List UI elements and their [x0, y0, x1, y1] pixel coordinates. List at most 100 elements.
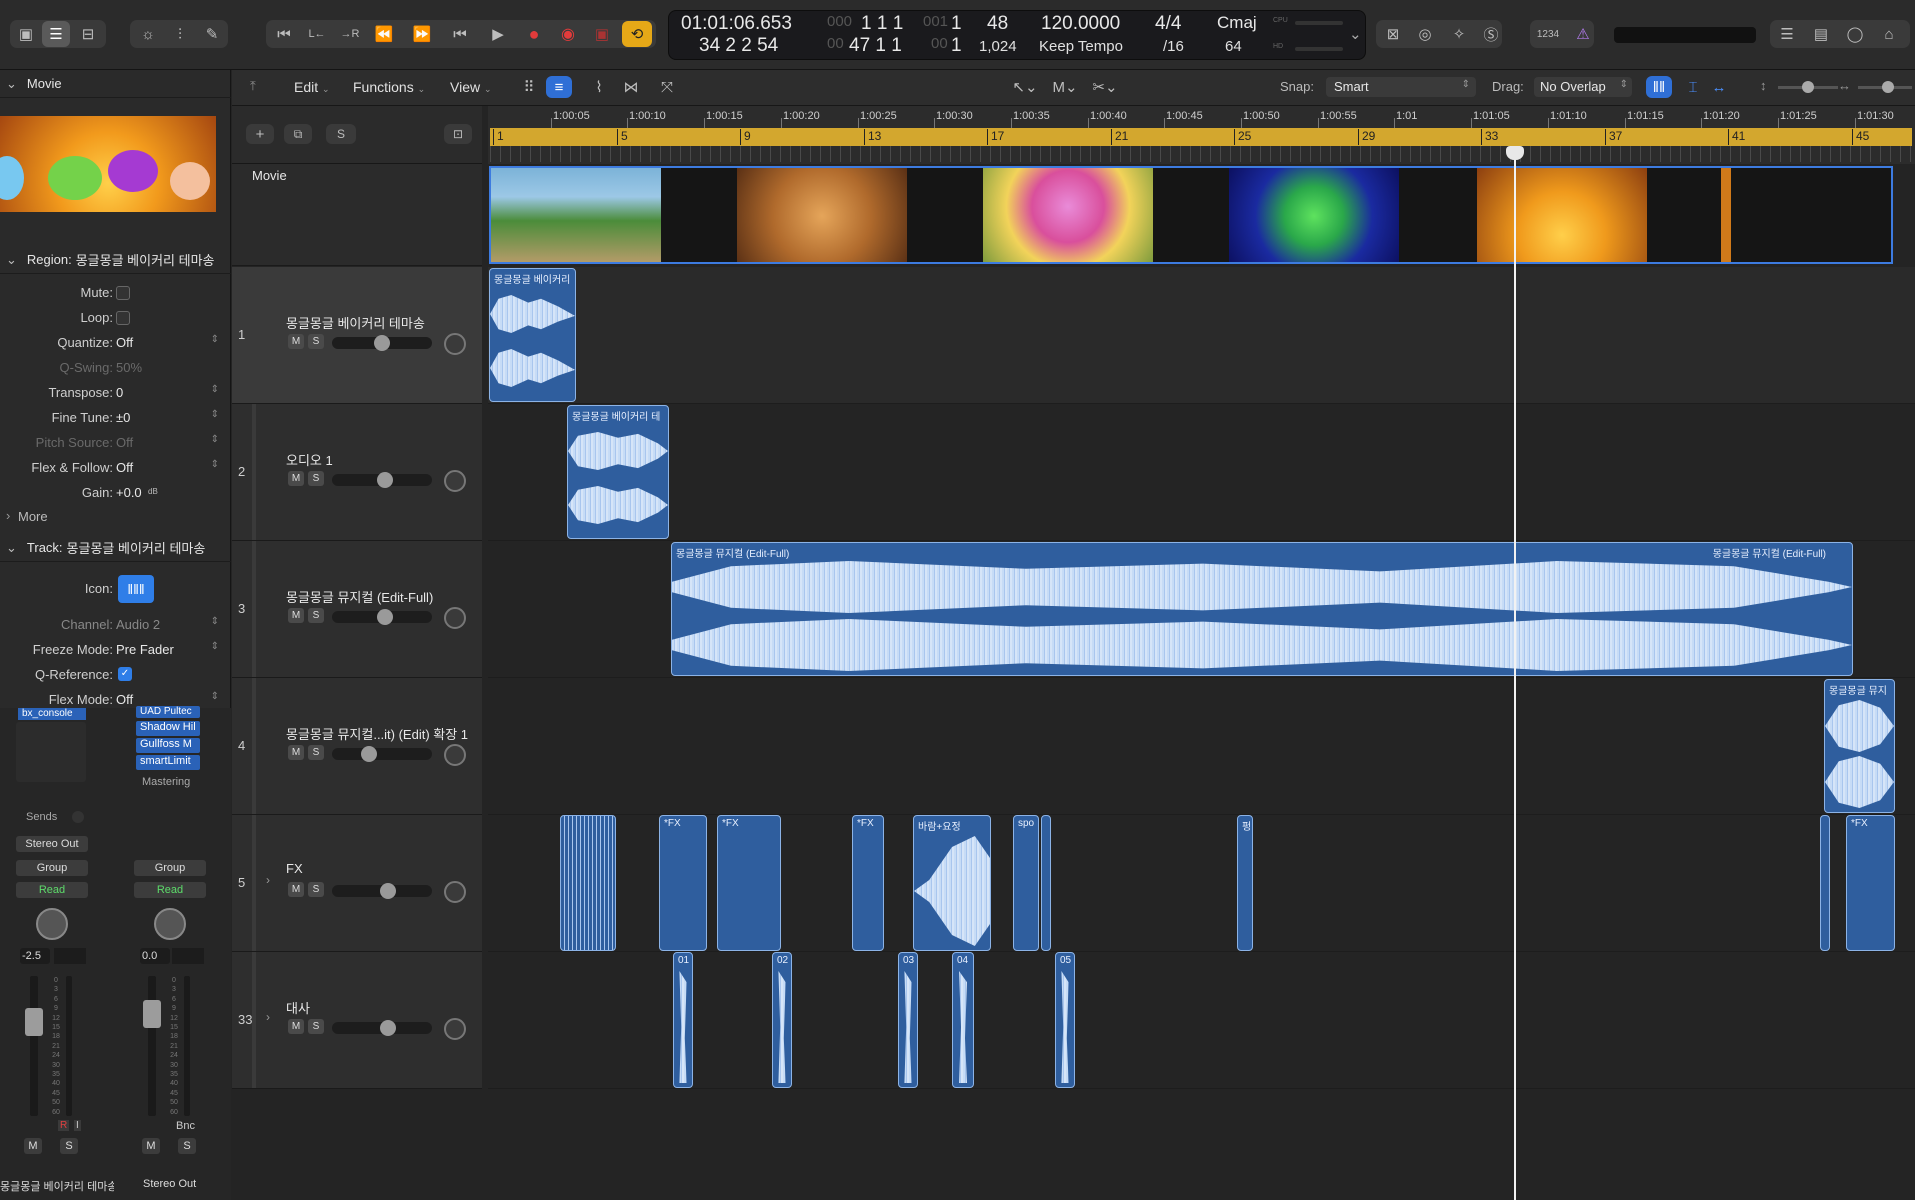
solo-button[interactable]: S [308, 334, 324, 349]
solo-button[interactable]: S [308, 745, 324, 760]
track-name[interactable]: 몽글몽글 뮤지컬 (Edit-Full) [286, 587, 433, 606]
volume-knob[interactable] [380, 1020, 396, 1036]
region-param-row[interactable]: Flex & Follow: Off ⇕ [0, 457, 231, 479]
catch-icon[interactable]: ⤧ [654, 76, 680, 98]
sends-toggle[interactable] [72, 811, 84, 823]
prev-marker-icon[interactable]: L← [303, 21, 331, 47]
fx-region[interactable]: 바람+요정 [913, 815, 991, 951]
solo-button[interactable]: S [308, 471, 324, 486]
mastering-label[interactable]: Mastering [142, 776, 190, 788]
pan-knob[interactable] [444, 607, 466, 629]
lane-6[interactable]: 01 02 03 04 05 [488, 952, 1915, 1089]
group-button-left[interactable]: Group [16, 860, 88, 876]
volume-knob[interactable] [377, 472, 393, 488]
volume-slider[interactable] [332, 335, 432, 351]
scissors-tool-icon[interactable]: ✂⌄ [1088, 76, 1122, 98]
pan-knob-left[interactable] [36, 908, 68, 940]
bounce-button[interactable]: Bnc [176, 1120, 195, 1132]
pan-knob[interactable] [444, 881, 466, 903]
dialog-region[interactable]: 04 [952, 952, 974, 1088]
vertical-zoom-slider[interactable] [1778, 81, 1838, 93]
list-editor-icon[interactable]: ☰ [1772, 21, 1802, 47]
region-param-row[interactable]: Quantize: Off ⇕ [0, 332, 231, 354]
param-checkbox[interactable] [116, 311, 130, 325]
notepad-icon[interactable]: ▤ [1806, 21, 1836, 47]
hide-tracks-icon[interactable]: ⊡ [444, 124, 472, 144]
fx-region[interactable]: *FX [852, 815, 884, 951]
output-button[interactable]: Stereo Out [16, 836, 88, 852]
track-name[interactable]: 오디오 1 [286, 450, 333, 469]
pan-knob[interactable] [444, 744, 466, 766]
go-to-start-icon[interactable]: ⏮ [270, 21, 298, 47]
horizontal-zoom-thumb[interactable] [1882, 81, 1894, 93]
wand-icon[interactable]: ✧ [1446, 21, 1472, 47]
fx-region[interactable]: *FX [1846, 815, 1895, 951]
lcd-display[interactable]: 01:01:06.653 34 2 2 54 000 1 1 1 001 1 0… [668, 10, 1366, 60]
solo-button-left[interactable]: S [60, 1138, 78, 1154]
snap-select[interactable]: Smart ⇕ [1326, 77, 1476, 97]
mute-button[interactable]: M [288, 471, 304, 486]
mute-button[interactable]: M [288, 745, 304, 760]
tuning-icon[interactable]: ⚠ [1572, 21, 1594, 47]
fx-region[interactable] [1041, 815, 1051, 951]
volume-value-right[interactable]: 0.0 [140, 948, 170, 964]
dialog-region[interactable]: 03 [898, 952, 918, 1088]
inspector-icon[interactable]: ☰ [42, 21, 70, 47]
solo-mode-icon[interactable]: Ⓢ [1478, 21, 1504, 47]
track-header[interactable]: 5 › FX M S [232, 815, 482, 952]
region-param-row[interactable]: Fine Tune: ±0 ⇕ [0, 407, 231, 429]
cycle-icon[interactable]: ⟲ [622, 21, 652, 47]
master-volume-bar[interactable] [1614, 27, 1756, 43]
mute-button[interactable]: M [288, 334, 304, 349]
param-checkbox[interactable] [116, 286, 130, 300]
fader-left[interactable] [25, 1008, 43, 1036]
audio-region[interactable]: 몽글몽글 베이커리 테 [567, 405, 669, 539]
timeline-ruler[interactable]: 1:00:05 1:00:10 1:00:15 1:00:20 1:00:25 1:00:… [488, 106, 1915, 164]
track-section-header[interactable]: ⌄ Track: 몽글몽글 베이커리 테마송 [0, 534, 231, 562]
stop-icon[interactable]: ⏮ [446, 21, 474, 47]
lane-5[interactable]: *FX *FX *FX 바람+요정 spo 펑 *FX [488, 815, 1915, 952]
next-marker-icon[interactable]: →R [336, 21, 364, 47]
region-param-row[interactable]: Loop: [0, 307, 231, 329]
horizontal-fit-icon[interactable]: ↔ [1708, 76, 1730, 98]
playhead[interactable] [1514, 150, 1516, 1200]
track-header[interactable]: 2 오디오 1 MS [232, 404, 482, 541]
movie-section-header[interactable]: ⌄ Movie [0, 70, 231, 98]
lane-1[interactable]: 몽글몽글 베이커리 [488, 267, 1915, 404]
pencil-icon[interactable]: ✎ [198, 21, 226, 47]
fx-region[interactable] [1820, 815, 1830, 951]
mute-button-left[interactable]: M [24, 1138, 42, 1154]
freeze-mode-row[interactable]: Freeze Mode: Pre Fader ⇕ [0, 639, 231, 661]
more-disclosure[interactable]: › More [0, 506, 231, 528]
pointer-tool-icon[interactable]: ↖⌄ [1008, 76, 1042, 98]
mute-button[interactable]: M [288, 608, 304, 623]
q-reference-checkbox[interactable]: ✓ [118, 667, 132, 681]
fx-region[interactable]: 펑 [1237, 815, 1253, 951]
fx-region[interactable]: *FX [659, 815, 707, 951]
volume-knob[interactable] [374, 335, 390, 351]
dialog-region[interactable]: 05 [1055, 952, 1075, 1088]
pan-knob-right[interactable] [154, 908, 186, 940]
movie-track-header[interactable]: Movie [232, 164, 482, 266]
rewind-icon[interactable]: ⏪ [370, 21, 398, 47]
pan-knob[interactable] [444, 470, 466, 492]
functions-menu[interactable]: Functions ⌄ [353, 79, 425, 95]
time-ruler[interactable]: 1:00:05 1:00:10 1:00:15 1:00:20 1:00:25 1:00:… [488, 106, 1915, 128]
metronome-icon[interactable]: ◎ [1412, 21, 1438, 47]
track-name[interactable]: 몽글몽글 뮤지컬...it) (Edit) 확장 1 [286, 724, 468, 743]
brightness-icon[interactable]: ☼ [134, 21, 162, 47]
solo-button[interactable]: S [308, 608, 324, 623]
mute-button[interactable]: M [288, 1019, 304, 1034]
plugin-slot-4[interactable]: smartLimit [136, 755, 200, 770]
volume-value-left[interactable]: -2.5 [20, 948, 50, 964]
lcd-dropdown-icon[interactable]: ⌄ [1349, 25, 1362, 43]
browser-icon[interactable]: ⌂ [1874, 21, 1904, 47]
lane-3[interactable]: 몽글몽글 뮤지컬 (Edit-Full) 몽글몽글 뮤지컬 (Edit-Full… [488, 541, 1915, 678]
tuner-icon[interactable]: ⊠ [1380, 21, 1406, 47]
cycle-ruler[interactable] [490, 146, 1912, 162]
fx-region[interactable] [560, 815, 616, 951]
volume-slider[interactable] [332, 472, 432, 488]
automation-icon[interactable]: ⌇ [586, 76, 612, 98]
automation-read-left[interactable]: Read [16, 882, 88, 898]
fast-forward-icon[interactable]: ⏩ [408, 21, 436, 47]
